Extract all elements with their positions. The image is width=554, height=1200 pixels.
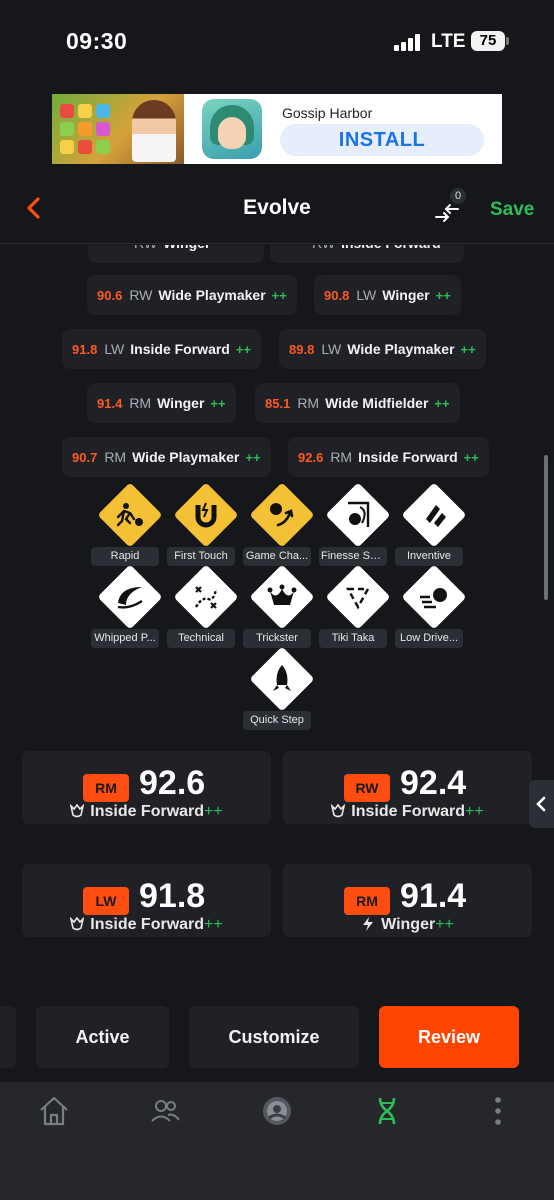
role-chip[interactable]: 91.4 RM Winger ++ xyxy=(87,383,236,423)
action-tabs: Active Customize Review xyxy=(0,990,554,1082)
role-name: Inside Forward xyxy=(90,803,205,820)
role-name: Inside Forward xyxy=(90,916,205,933)
role-chip[interactable]: 91.8 LW Inside Forward ++ xyxy=(62,329,262,369)
inside-forward-icon xyxy=(331,804,346,818)
evolve-content[interactable]: RW Winger RW Inside Forward 90.6RWWide P… xyxy=(0,245,554,990)
finesse-shot-icon xyxy=(348,501,370,527)
role-rating: 92.4 xyxy=(400,764,467,802)
role-rating: 92.6 xyxy=(139,764,206,802)
role-card[interactable]: LW 91.8 Inside Forward++ xyxy=(22,864,271,937)
role-chip[interactable]: 92.6 RM Inside Forward ++ xyxy=(288,437,489,477)
home-icon[interactable] xyxy=(37,1094,71,1128)
whipped-pass-icon xyxy=(117,587,143,609)
ad-install-button[interactable]: INSTALL xyxy=(280,124,484,156)
more-icon[interactable] xyxy=(481,1094,515,1128)
page-title: Evolve xyxy=(243,196,311,219)
tiki-taka-icon xyxy=(345,587,371,610)
network-label: LTE xyxy=(431,31,466,52)
ad-title: Gossip Harbor xyxy=(282,105,373,121)
club-icon[interactable] xyxy=(260,1094,294,1128)
game-changer-icon xyxy=(270,503,294,527)
role-chip-partial[interactable]: RW Winger xyxy=(88,245,264,263)
bottom-navigation xyxy=(0,1082,554,1200)
tab-active[interactable]: Active xyxy=(36,1006,169,1068)
role-name: Winger xyxy=(381,916,436,933)
trickster-icon xyxy=(267,584,297,605)
position-badge: RW xyxy=(344,774,390,802)
role-chip[interactable]: 85.1 RM Wide Midfielder ++ xyxy=(255,383,460,423)
signal-icon xyxy=(394,33,424,51)
squad-icon[interactable] xyxy=(148,1094,182,1128)
inside-forward-icon xyxy=(70,804,85,818)
role-chip-partial[interactable]: RW Inside Forward xyxy=(270,245,464,263)
inside-forward-icon xyxy=(70,917,85,931)
ad-app-icon[interactable] xyxy=(202,99,262,159)
role-rating: 91.8 xyxy=(139,877,206,915)
compare-count-badge: 0 xyxy=(448,186,468,206)
winger-bolt-icon xyxy=(363,917,374,931)
side-panel-toggle[interactable] xyxy=(529,780,554,828)
evolutions-icon[interactable] xyxy=(370,1094,404,1128)
position-badge: RM xyxy=(83,774,129,802)
battery-tip xyxy=(506,37,509,45)
status-time: 09:30 xyxy=(66,28,128,54)
battery-icon: 75 xyxy=(471,31,505,51)
position-badge: RM xyxy=(344,887,390,915)
role-card[interactable]: RM 91.4 Winger++ xyxy=(283,864,532,937)
top-app-bar: Evolve Save xyxy=(0,172,554,244)
tab-customize[interactable]: Customize xyxy=(189,1006,359,1068)
role-card[interactable]: RM 92.6 Inside Forward++ xyxy=(22,751,271,824)
magnet-icon xyxy=(195,502,217,528)
role-chip[interactable]: 90.8 LW Winger ++ xyxy=(314,275,461,315)
chevron-left-icon xyxy=(536,796,546,812)
tab-review[interactable]: Review xyxy=(379,1006,519,1068)
ad-banner[interactable]: Gossip Harbor INSTALL xyxy=(52,94,502,164)
ad-game-image xyxy=(52,94,184,164)
role-name: Inside Forward xyxy=(351,803,466,820)
technical-icon xyxy=(194,586,218,609)
role-chip[interactable]: 90.6 RW Wide Playmaker ++ xyxy=(87,275,297,315)
tab-hidden[interactable] xyxy=(0,1006,16,1068)
rapid-icon xyxy=(116,503,143,527)
low-driven-shot-icon xyxy=(420,588,447,609)
position-badge: LW xyxy=(83,887,129,915)
role-rating: 91.4 xyxy=(400,877,467,915)
role-chip[interactable]: 89.8 LW Wide Playmaker ++ xyxy=(279,329,486,369)
quick-step-icon xyxy=(273,665,291,691)
role-card[interactable]: RW 92.4 Inside Forward++ xyxy=(283,751,532,824)
save-button[interactable]: Save xyxy=(490,199,534,221)
status-bar: 09:30 LTE 75 xyxy=(0,0,554,86)
inventive-icon xyxy=(426,505,446,527)
role-chip[interactable]: 90.7 RM Wide Playmaker ++ xyxy=(62,437,271,477)
scrollbar[interactable] xyxy=(544,455,548,600)
